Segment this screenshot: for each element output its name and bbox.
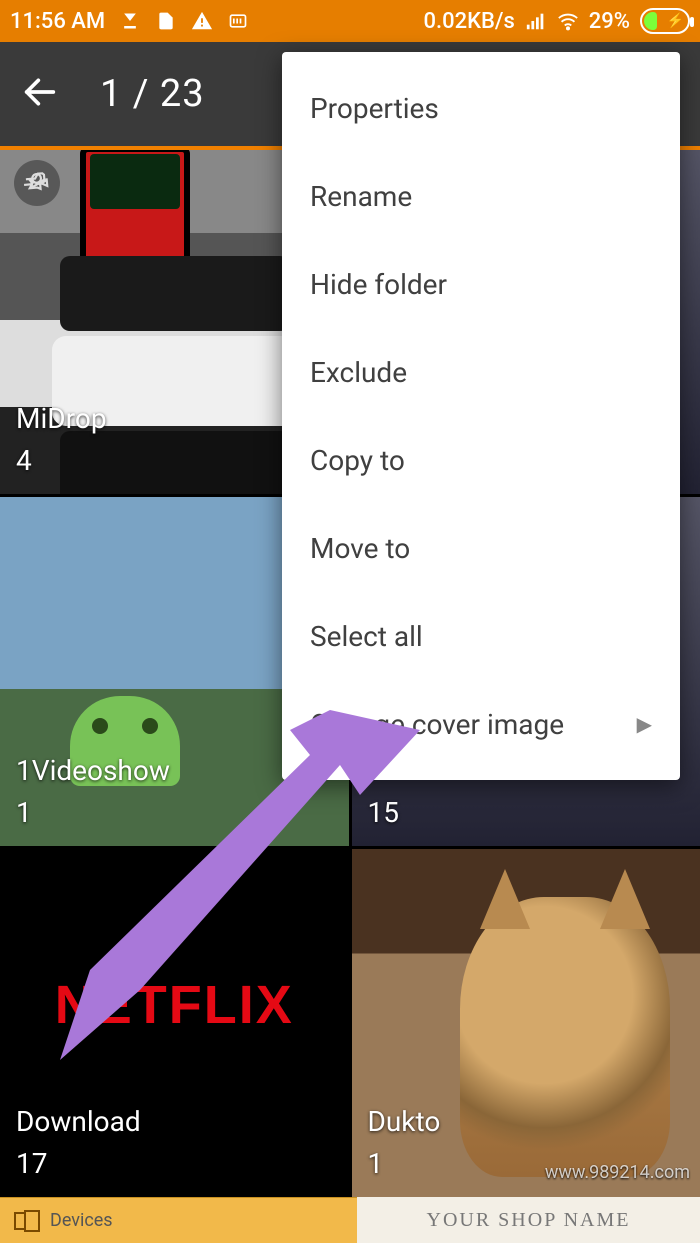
status-time: 11:56 AM — [10, 9, 105, 34]
menu-copy-to[interactable]: Copy to — [282, 416, 680, 504]
folder-count: 1 — [368, 1143, 441, 1185]
bottom-bar: Devices YOUR SHOP NAME — [0, 1197, 700, 1243]
folder-count: 15 — [368, 792, 399, 834]
folder-count: 17 — [16, 1143, 141, 1185]
folder-dukto[interactable]: Dukto 1 — [352, 849, 700, 1197]
menu-item-label: Exclude — [310, 356, 407, 389]
chevron-right-icon: ▶ — [637, 712, 652, 736]
folder-download[interactable]: NETFLIX Download 17 — [0, 849, 349, 1197]
misc-icon — [227, 10, 249, 32]
devices-label: Devices — [50, 1210, 113, 1231]
menu-change-cover[interactable]: Change cover image ▶ — [282, 680, 680, 768]
wifi-icon — [557, 10, 579, 32]
devices-tab[interactable]: Devices — [0, 1197, 357, 1243]
menu-exclude[interactable]: Exclude — [282, 328, 680, 416]
back-button[interactable] — [20, 72, 60, 116]
signal-icon — [525, 10, 547, 32]
download-icon — [119, 10, 141, 32]
warning-icon — [191, 10, 213, 32]
menu-item-label: Change cover image — [310, 708, 564, 741]
status-bar: 11:56 AM 0.02KB/s 29% ⚡ — [0, 0, 700, 42]
watermark: www.989214.com — [545, 1162, 690, 1183]
menu-select-all[interactable]: Select all — [282, 592, 680, 680]
devices-icon — [14, 1212, 36, 1230]
folder-name: MiDrop — [16, 398, 107, 440]
menu-item-label: Move to — [310, 532, 410, 565]
context-menu: Properties Rename Hide folder Exclude Co… — [282, 52, 680, 780]
status-battery-pct: 29% — [589, 9, 630, 34]
menu-item-label: Hide folder — [310, 268, 447, 301]
menu-item-label: Properties — [310, 92, 439, 125]
pin-icon — [14, 160, 60, 206]
netflix-logo: NETFLIX — [55, 974, 294, 1036]
menu-move-to[interactable]: Move to — [282, 504, 680, 592]
menu-item-label: Select all — [310, 620, 423, 653]
folder-name: Download — [16, 1101, 141, 1143]
menu-properties[interactable]: Properties — [282, 64, 680, 152]
status-data-rate: 0.02KB/s — [423, 9, 514, 34]
folder-name: Dukto — [368, 1101, 441, 1143]
menu-item-label: Rename — [310, 180, 412, 213]
selection-counter: 1 / 23 — [100, 72, 205, 116]
folder-count: 4 — [16, 440, 107, 482]
shop-label: YOUR SHOP NAME — [427, 1209, 631, 1232]
battery-icon: ⚡ — [640, 8, 690, 34]
file-icon — [155, 10, 177, 32]
folder-name: 1Videoshow — [16, 750, 170, 792]
shop-banner: YOUR SHOP NAME — [357, 1197, 700, 1243]
menu-rename[interactable]: Rename — [282, 152, 680, 240]
menu-hide-folder[interactable]: Hide folder — [282, 240, 680, 328]
menu-item-label: Copy to — [310, 444, 405, 477]
folder-count: 1 — [16, 792, 170, 834]
